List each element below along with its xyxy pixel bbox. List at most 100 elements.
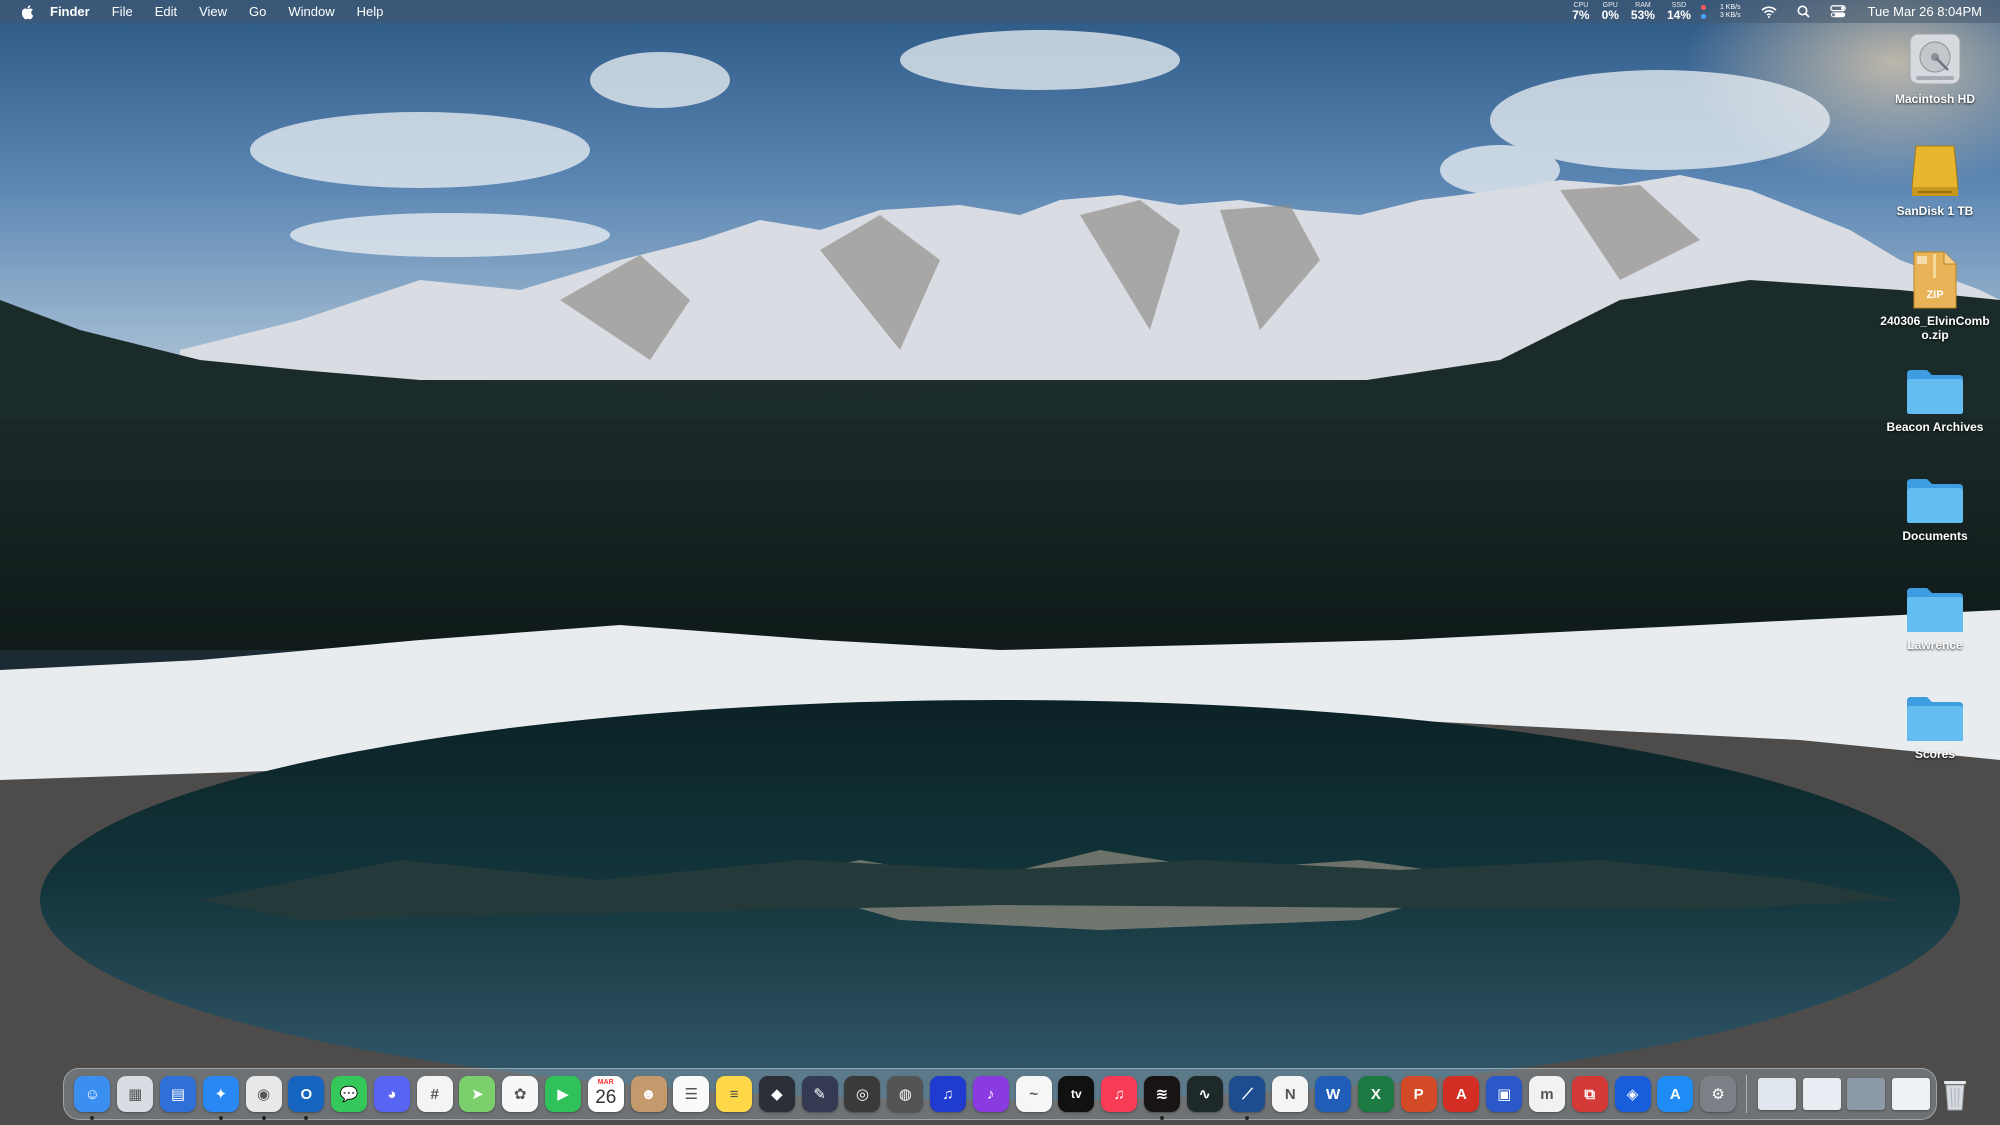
- dock-app-slack-icon[interactable]: #: [416, 1076, 453, 1112]
- dock-app-camera-icon[interactable]: ◎: [844, 1076, 881, 1112]
- dock-app-xcode-like-icon[interactable]: ✎: [801, 1076, 838, 1112]
- dock-stack-doc-1-icon[interactable]: [1757, 1078, 1796, 1110]
- dock-app-calendar-icon[interactable]: MAR 26: [587, 1076, 624, 1112]
- running-indicator: [1159, 1116, 1164, 1120]
- dock-app-mela-icon[interactable]: m: [1528, 1076, 1565, 1112]
- dock-app-disk-utility-icon[interactable]: ◍: [887, 1076, 924, 1112]
- menu-file[interactable]: File: [101, 0, 144, 23]
- running-indicator: [218, 1116, 223, 1120]
- dock-app-maps-icon[interactable]: ➤: [459, 1076, 496, 1112]
- desktop-item-label: SanDisk 1 TB: [1896, 204, 1974, 218]
- dock-app-glyph: O: [300, 1085, 313, 1103]
- desktop-item-beacon-archives[interactable]: Beacon Archives: [1875, 368, 1995, 434]
- ssd-stat-label: SSD: [1671, 2, 1687, 9]
- zip-archive-icon: ZIP: [1912, 250, 1958, 310]
- dock-app-acrobat-icon[interactable]: A: [1443, 1076, 1480, 1112]
- calendar-day-label: 26: [595, 1087, 617, 1108]
- dock-app-bitwarden-icon[interactable]: ◈: [1614, 1076, 1651, 1112]
- dock-app-davinci-icon[interactable]: ◆: [758, 1076, 795, 1112]
- dock-app-stocks-icon[interactable]: ⟋: [1229, 1076, 1266, 1120]
- dock-app-podcasts-like-icon[interactable]: ♪: [972, 1076, 1009, 1112]
- dock-app-glyph: ➤: [471, 1086, 484, 1103]
- menu-help[interactable]: Help: [346, 0, 395, 23]
- dock-app-glyph: A: [1669, 1085, 1681, 1103]
- gpu-stat[interactable]: GPU 0%: [1602, 2, 1619, 21]
- dock-app-app-store-icon[interactable]: A: [1657, 1076, 1694, 1112]
- folder-icon: [1907, 588, 1963, 632]
- cpu-stat-value: 7%: [1572, 8, 1590, 22]
- desktop-item-label: Lawrence: [1907, 638, 1963, 652]
- desktop-item-zip-archive[interactable]: ZIP 240306_ElvinCombo.zip: [1875, 250, 1995, 342]
- dock-app-glyph: 💬: [339, 1086, 359, 1103]
- control-center-icon[interactable]: [1829, 5, 1846, 18]
- spotlight-search-icon[interactable]: [1797, 5, 1810, 18]
- dock-app-system-settings-icon[interactable]: ⚙: [1700, 1076, 1737, 1112]
- dock-app-freeform-icon[interactable]: ~: [1015, 1076, 1052, 1112]
- dock-app-apple-tv-icon[interactable]: tv: [1058, 1076, 1095, 1112]
- dock-app-notes-icon[interactable]: ≡: [716, 1076, 753, 1112]
- dock-app-discord-icon[interactable]: ◕: [373, 1076, 410, 1112]
- dock-app-files-icon[interactable]: ▤: [159, 1076, 196, 1112]
- dock-app-finder-icon[interactable]: ☺: [74, 1076, 111, 1120]
- menu-window[interactable]: Window: [277, 0, 345, 23]
- apple-menu-icon[interactable]: [12, 0, 42, 23]
- desktop-item-sandisk[interactable]: SanDisk 1 TB: [1875, 140, 1995, 218]
- dock-stack-screenshot-icon[interactable]: [1847, 1078, 1886, 1110]
- ssd-stat[interactable]: SSD 14%: [1667, 2, 1691, 21]
- dock-app-chrome-icon[interactable]: ◉: [245, 1076, 282, 1120]
- app-menu-finder[interactable]: Finder: [42, 0, 101, 23]
- folder-icon: [1907, 370, 1963, 414]
- zip-badge-label: ZIP: [1926, 289, 1944, 301]
- dock-app-glyph: ◉: [256, 1086, 271, 1103]
- ram-stat[interactable]: RAM 53%: [1631, 2, 1655, 21]
- dock-app-excel-icon[interactable]: X: [1357, 1076, 1394, 1112]
- desktop-item-scores[interactable]: Scores: [1875, 695, 1995, 761]
- dock-stack-doc-2-icon[interactable]: [1802, 1078, 1841, 1110]
- ram-stat-label: RAM: [1635, 2, 1651, 9]
- dock-app-news-icon[interactable]: N: [1272, 1076, 1309, 1112]
- menu-bar-clock[interactable]: Tue Mar 26 8:04PM: [1868, 4, 1982, 19]
- dock-app-parallels-icon[interactable]: ⧉: [1571, 1076, 1608, 1112]
- dock-app-glyph: ≡: [729, 1085, 739, 1103]
- dock-app-powerpoint-icon[interactable]: P: [1400, 1076, 1437, 1112]
- running-indicator: [90, 1116, 95, 1120]
- menu-bar: Finder File Edit View Go Window Help CPU…: [0, 0, 2000, 23]
- ssd-stat-value: 14%: [1666, 8, 1691, 22]
- dock-app-safari-icon[interactable]: ✦: [202, 1076, 239, 1120]
- dock-app-facetime-icon[interactable]: ▶: [544, 1076, 581, 1112]
- menu-edit[interactable]: Edit: [144, 0, 188, 23]
- dock-app-photos-icon[interactable]: ✿: [502, 1076, 539, 1112]
- ram-stat-value: 53%: [1630, 8, 1655, 22]
- dock-app-messages-icon[interactable]: 💬: [331, 1076, 368, 1112]
- dock-trash-icon[interactable]: [1937, 1076, 1973, 1112]
- desktop-item-label: Documents: [1902, 529, 1968, 543]
- dock-app-word-icon[interactable]: W: [1315, 1076, 1352, 1112]
- dock-app-glyph: ◕: [387, 1085, 397, 1103]
- dock-app-glyph: ✦: [214, 1086, 228, 1103]
- desktop-item-macintosh-hd[interactable]: Macintosh HD: [1875, 30, 1995, 106]
- wifi-icon[interactable]: [1761, 6, 1777, 18]
- dock-app-music-icon[interactable]: ♫: [1101, 1076, 1138, 1112]
- dock-app-spotify-icon[interactable]: ≋: [1143, 1076, 1180, 1120]
- network-speed[interactable]: 1 KB/s 3 KB/s: [1720, 4, 1741, 20]
- dock-stack-doc-3-icon[interactable]: [1892, 1078, 1931, 1110]
- dock-app-glyph: ☻: [640, 1085, 657, 1103]
- desktop-item-lawrence[interactable]: Lawrence: [1875, 586, 1995, 652]
- cpu-stat[interactable]: CPU 7%: [1572, 2, 1589, 21]
- dock-app-launchpad-icon[interactable]: ▦: [117, 1076, 154, 1112]
- running-indicator: [1245, 1116, 1250, 1120]
- dock-app-glyph: ♫: [942, 1085, 954, 1103]
- dock-app-outlook-icon[interactable]: O: [288, 1076, 325, 1120]
- dock-app-reminders-icon[interactable]: ☰: [673, 1076, 710, 1112]
- menu-view[interactable]: View: [188, 0, 238, 23]
- menu-go[interactable]: Go: [238, 0, 277, 23]
- dock-app-screens-icon[interactable]: ▣: [1486, 1076, 1523, 1112]
- dock-app-contacts-icon[interactable]: ☻: [630, 1076, 667, 1112]
- network-upload-speed: 1 KB/s: [1719, 3, 1741, 11]
- folder-icon: [1907, 697, 1963, 741]
- desktop-item-documents[interactable]: Documents: [1875, 477, 1995, 543]
- gpu-stat-value: 0%: [1601, 8, 1619, 22]
- dock-app-audiobooks-icon[interactable]: ♫: [930, 1076, 967, 1112]
- running-indicator: [304, 1116, 309, 1120]
- dock-app-activity-monitor-icon[interactable]: ∿: [1186, 1076, 1223, 1112]
